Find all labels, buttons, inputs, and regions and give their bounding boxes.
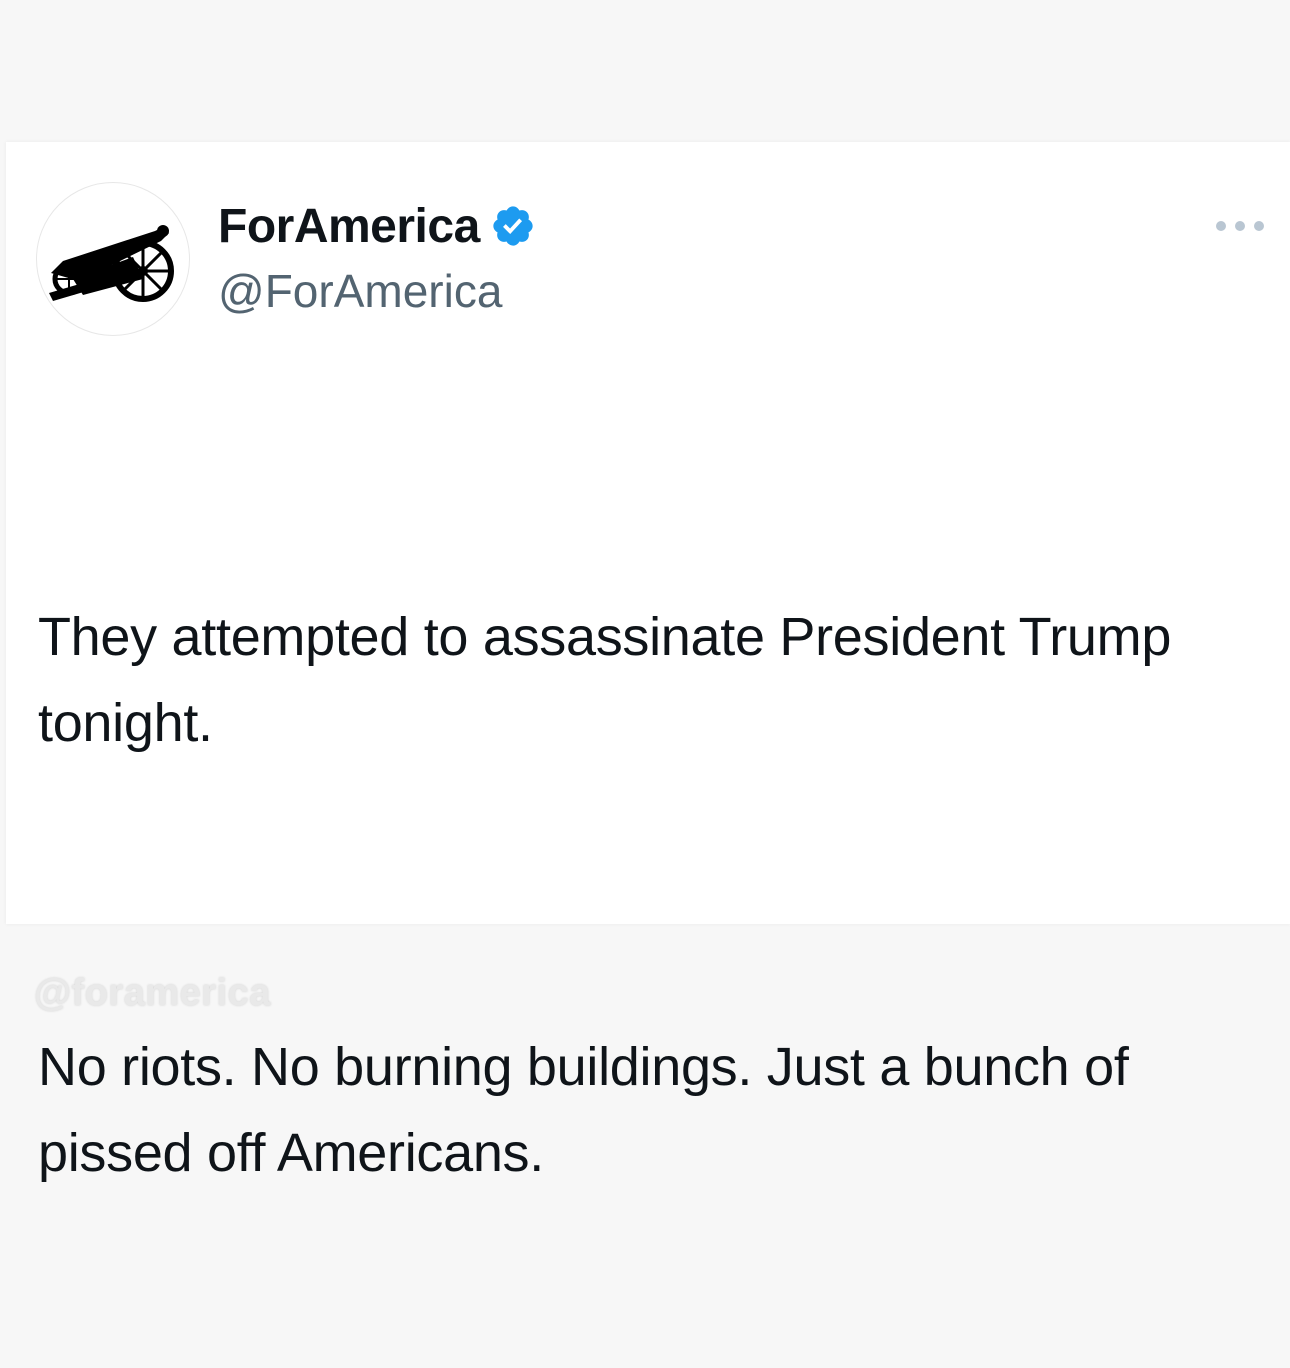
dot (1254, 221, 1264, 231)
dot (1235, 221, 1245, 231)
tweet-text: They attempted to assassinate President … (38, 422, 1268, 1368)
cannon-icon (49, 225, 174, 302)
tweet-card[interactable]: ForAmerica @ForAmerica They attempted to… (6, 142, 1290, 1183)
profile-avatar[interactable] (36, 182, 190, 336)
tweet-paragraph-1: They attempted to assassinate President … (38, 607, 1186, 753)
username-handle[interactable]: @ForAmerica (218, 264, 502, 318)
more-options-icon[interactable] (1216, 214, 1264, 238)
author-name-row: ForAmerica (218, 198, 536, 254)
tweet-paragraph-2: No riots. No burning buildings. Just a b… (38, 1037, 1144, 1183)
display-name[interactable]: ForAmerica (218, 199, 480, 254)
watermark-text: @foramerica (34, 972, 271, 1014)
dot (1216, 221, 1226, 231)
verified-badge-icon (493, 206, 533, 246)
